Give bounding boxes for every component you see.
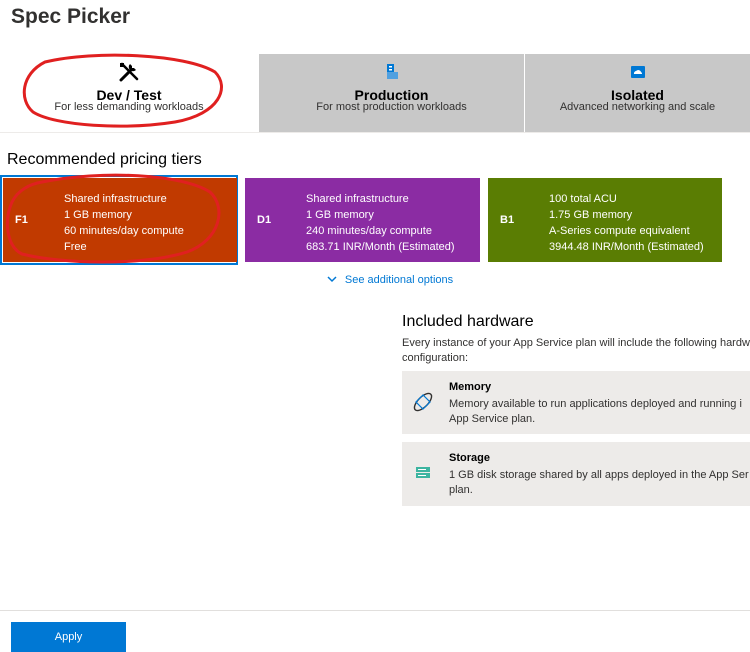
description-line: Every instance of your App Service plan … [402, 337, 750, 349]
memory-icon [410, 389, 436, 415]
storage-icon [410, 460, 436, 486]
description-line: Memory available to run applications dep… [449, 398, 742, 410]
tier-detail: Shared infrastructure [306, 193, 409, 205]
tier-detail: 60 minutes/day compute [64, 225, 184, 237]
tier-detail: 1 GB memory [306, 209, 374, 221]
tier-card-d1[interactable]: D1 Shared infrastructure 1 GB memory 240… [245, 178, 480, 262]
hardware-item-description: 1 GB disk storage shared by all apps dep… [449, 468, 749, 498]
included-hardware-title: Included hardware [402, 313, 534, 330]
tab-description: For most production workloads [316, 101, 467, 113]
tier-detail: A-Series compute equivalent [549, 225, 690, 237]
server-icon [259, 60, 524, 84]
chevron-down-icon [327, 274, 337, 286]
tier-detail: 100 total ACU [549, 193, 617, 205]
hardware-item-storage: Storage 1 GB disk storage shared by all … [402, 442, 750, 506]
recommended-tiers-title: Recommended pricing tiers [7, 151, 202, 168]
tier-card-b1[interactable]: B1 100 total ACU 1.75 GB memory A-Series… [488, 178, 722, 262]
tools-icon [0, 60, 258, 84]
page-title: Spec Picker [11, 5, 131, 28]
hardware-item-memory: Memory Memory available to run applicati… [402, 371, 750, 434]
tab-production[interactable]: Production For most production workloads [259, 54, 524, 132]
tier-card-f1[interactable]: F1 Shared infrastructure 1 GB memory 60 … [3, 178, 237, 262]
tab-dev-test[interactable]: Dev / Test For less demanding workloads [0, 54, 258, 132]
tier-detail: 1 GB memory [64, 209, 132, 221]
tabs-divider [0, 132, 750, 133]
tier-detail: 240 minutes/day compute [306, 225, 432, 237]
description-line: plan. [449, 484, 473, 496]
tier-code: D1 [257, 214, 272, 226]
tier-detail: 1.75 GB memory [549, 209, 633, 221]
hardware-item-name: Memory [449, 381, 492, 393]
tier-price: 3944.48 INR/Month (Estimated) [549, 241, 704, 253]
tier-detail: Shared infrastructure [64, 193, 167, 205]
description-line: 1 GB disk storage shared by all apps dep… [449, 469, 749, 481]
see-additional-options-link[interactable]: See additional options [0, 274, 750, 286]
workload-tabs: Dev / Test For less demanding workloads … [0, 54, 750, 132]
see-more-label: See additional options [344, 274, 454, 286]
cloud-icon [525, 60, 750, 84]
tier-code: B1 [500, 214, 515, 226]
tab-description: For less demanding workloads [54, 101, 204, 113]
tier-code: F1 [15, 214, 28, 226]
included-hardware-description: Every instance of your App Service plan … [402, 336, 750, 366]
description-line: App Service plan. [449, 413, 536, 425]
tier-price: Free [64, 241, 87, 253]
tab-isolated[interactable]: Isolated Advanced networking and scale [525, 54, 750, 132]
tier-price: 683.71 INR/Month (Estimated) [306, 241, 455, 253]
apply-button[interactable]: Apply [11, 622, 126, 652]
description-line: configuration: [402, 352, 469, 364]
tab-description: Advanced networking and scale [559, 101, 716, 113]
hardware-item-description: Memory available to run applications dep… [449, 397, 742, 427]
hardware-item-name: Storage [449, 452, 490, 464]
footer-divider [0, 610, 750, 611]
